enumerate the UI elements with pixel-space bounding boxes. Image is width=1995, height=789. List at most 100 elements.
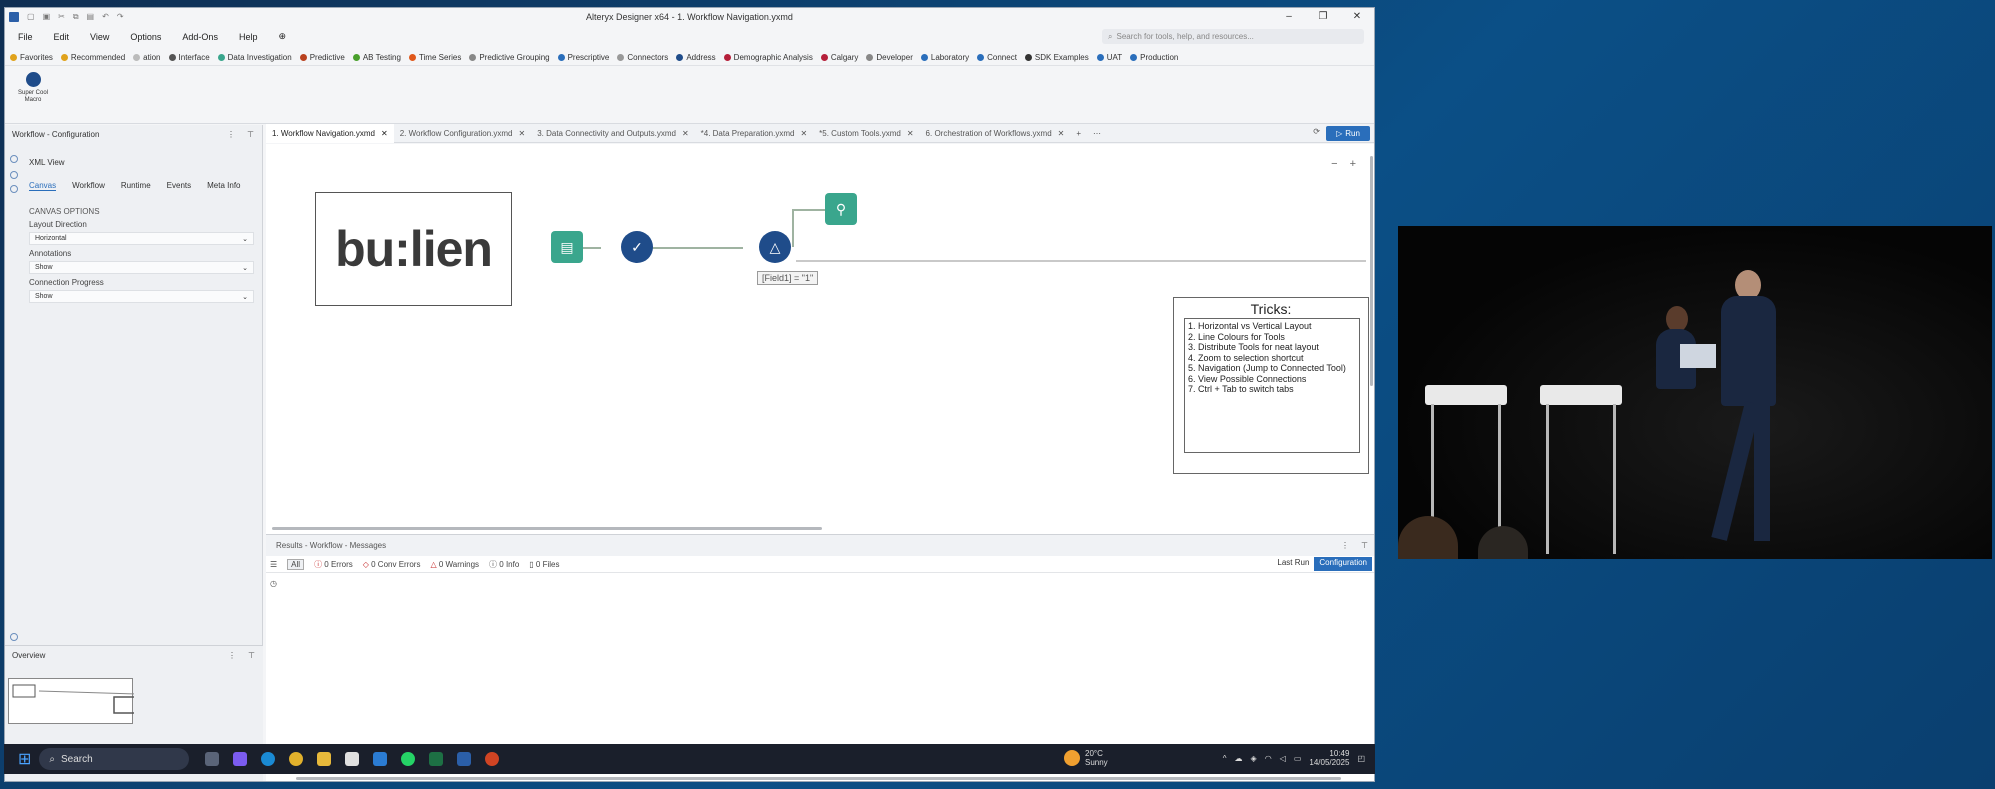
tab-runtime[interactable]: Runtime xyxy=(121,181,151,191)
xml-view-link[interactable]: XML View xyxy=(29,158,65,167)
filter-conv-errors[interactable]: ◇ 0 Conv Errors xyxy=(363,560,421,569)
filter-files[interactable]: ▯ 0 Files xyxy=(529,560,559,569)
minimize-button[interactable]: – xyxy=(1272,8,1306,25)
menu-file[interactable]: File xyxy=(18,32,33,42)
close-icon[interactable]: ✕ xyxy=(1058,129,1065,138)
menu-addons[interactable]: Add-Ons xyxy=(182,32,218,42)
clock[interactable]: 10:49 14/05/2025 xyxy=(1309,749,1349,767)
close-icon[interactable]: ✕ xyxy=(381,129,388,138)
horizontal-scrollbar[interactable] xyxy=(272,527,822,530)
connection-wire[interactable] xyxy=(792,209,794,247)
tab-canvas[interactable]: Canvas xyxy=(29,181,57,191)
tab-orchestration[interactable]: 6. Orchestration of Workflows.yxmd ✕ xyxy=(920,129,1071,138)
weather-widget[interactable]: 20°C Sunny xyxy=(1064,749,1108,767)
help-icon[interactable] xyxy=(10,185,18,193)
whatsapp-icon[interactable] xyxy=(401,752,416,766)
zoom-out-icon[interactable]: − xyxy=(1331,158,1337,170)
tab-data-preparation[interactable]: *4. Data Preparation.yxmd ✕ xyxy=(695,129,814,138)
super-cool-macro-tool[interactable]: Super Cool Macro xyxy=(13,72,53,104)
connection-wire[interactable] xyxy=(792,209,825,211)
palette-tab-7[interactable]: Time Series xyxy=(408,53,461,62)
more-icon[interactable]: ⋮ xyxy=(228,651,236,660)
layout-direction-select[interactable]: Horizontal ⌄ xyxy=(29,232,254,245)
tab-workflow[interactable]: Workflow xyxy=(72,181,105,191)
filter-info[interactable]: ⓘ 0 Info xyxy=(489,559,519,570)
results-scrollbar[interactable] xyxy=(296,777,1341,780)
word-icon[interactable] xyxy=(373,752,388,766)
connection-wire[interactable] xyxy=(796,260,1366,262)
taskbar-search[interactable]: ⌕ Search xyxy=(39,748,190,770)
powerpoint-icon[interactable] xyxy=(485,752,500,766)
menu-edit[interactable]: Edit xyxy=(54,32,70,42)
palette-tab-18[interactable]: UAT xyxy=(1096,53,1122,62)
connection-progress-select[interactable]: Show ⌄ xyxy=(29,290,254,303)
palette-tab-12[interactable]: Demographic Analysis xyxy=(723,53,813,62)
tab-workflow-navigation[interactable]: 1. Workflow Navigation.yxmd ✕ xyxy=(266,123,394,143)
close-icon[interactable]: ✕ xyxy=(519,129,526,138)
palette-tab-17[interactable]: SDK Examples xyxy=(1024,53,1089,62)
tab-workflow-configuration[interactable]: 2. Workflow Configuration.yxmd ✕ xyxy=(394,129,532,138)
list-icon[interactable]: ☰ xyxy=(270,560,277,569)
edge-icon[interactable] xyxy=(261,752,276,766)
palette-tab-0[interactable]: Favorites xyxy=(10,53,53,62)
file-explorer-icon[interactable] xyxy=(317,752,332,766)
configuration-button[interactable]: Configuration xyxy=(1314,557,1372,571)
vertical-scrollbar[interactable] xyxy=(1370,156,1373,386)
tricks-comment-box[interactable]: Tricks: 1. Horizontal vs Vertical Layout… xyxy=(1173,297,1369,474)
close-icon[interactable]: ✕ xyxy=(907,129,914,138)
palette-tab-15[interactable]: Laboratory xyxy=(920,53,969,62)
filter-tool-icon[interactable]: △ xyxy=(759,231,791,263)
select-tool-icon[interactable]: ✓ xyxy=(621,231,653,263)
tab-custom-tools[interactable]: *5. Custom Tools.yxmd ✕ xyxy=(813,129,919,138)
workflow-canvas[interactable]: − + bu:lien ▤ ✓ △ ⚲ [Field1] = "1" Tricks… xyxy=(266,144,1374,534)
overview-minimap[interactable] xyxy=(8,678,235,724)
filter-errors[interactable]: ⓘ 0 Errors xyxy=(314,559,353,570)
speaker-icon[interactable]: ◁ xyxy=(1280,754,1286,763)
maximize-button[interactable]: ❐ xyxy=(1306,8,1340,25)
notification-icon[interactable]: ◰ xyxy=(1357,754,1365,763)
input-data-tool-icon[interactable]: ▤ xyxy=(551,231,583,263)
palette-tab-13[interactable]: Calgary xyxy=(820,53,858,62)
gear-icon[interactable] xyxy=(10,155,18,163)
filter-all[interactable]: All xyxy=(287,558,305,570)
last-run-button[interactable]: Last Run xyxy=(1272,557,1314,571)
excel-icon[interactable] xyxy=(429,752,444,766)
palette-tab-6[interactable]: AB Testing xyxy=(352,53,401,62)
close-icon[interactable]: ✕ xyxy=(800,129,807,138)
tab-data-connectivity[interactable]: 3. Data Connectivity and Outputs.yxmd ✕ xyxy=(531,129,694,138)
palette-tab-2[interactable]: ation xyxy=(133,53,161,62)
palette-tab-14[interactable]: Developer xyxy=(866,53,913,62)
shield-icon[interactable]: ◈ xyxy=(1251,754,1257,763)
windows-start-icon[interactable]: ⊞ xyxy=(18,749,31,769)
more-icon[interactable]: ⋮ xyxy=(1341,541,1349,550)
menu-view[interactable]: View xyxy=(90,32,109,42)
search-input[interactable]: ⌕ Search for tools, help, and resources.… xyxy=(1102,29,1364,44)
palette-tab-1[interactable]: Recommended xyxy=(60,53,125,62)
close-icon[interactable]: ✕ xyxy=(682,129,689,138)
more-icon[interactable]: ⋮ xyxy=(227,130,235,139)
battery-icon[interactable]: ▭ xyxy=(1294,754,1302,763)
palette-tab-10[interactable]: Connectors xyxy=(617,53,668,62)
wifi-icon[interactable]: ◠ xyxy=(1265,754,1272,763)
palette-tab-11[interactable]: Address xyxy=(676,53,716,62)
alteryx-taskbar-icon[interactable] xyxy=(457,752,472,766)
browse-tool-icon[interactable]: ⚲ xyxy=(825,193,857,225)
palette-tab-16[interactable]: Connect xyxy=(977,53,1017,62)
pin-icon[interactable]: ⊤ xyxy=(248,651,255,660)
info-icon[interactable] xyxy=(10,633,18,641)
add-tab-icon[interactable]: + xyxy=(1070,129,1087,138)
tab-meta-info[interactable]: Meta Info xyxy=(207,181,240,191)
run-button[interactable]: ▷ Run xyxy=(1326,126,1370,141)
more-tabs-icon[interactable]: ⋯ xyxy=(1087,129,1107,138)
palette-tab-19[interactable]: Production xyxy=(1130,53,1178,62)
palette-tab-9[interactable]: Prescriptive xyxy=(557,53,609,62)
filter-warnings[interactable]: △ 0 Warnings xyxy=(430,560,479,569)
pin-icon[interactable]: ⊤ xyxy=(247,130,254,139)
store-icon[interactable] xyxy=(345,752,360,766)
palette-tab-5[interactable]: Predictive xyxy=(299,53,345,62)
task-view-icon[interactable] xyxy=(205,752,220,766)
refresh-icon[interactable]: ⟳ xyxy=(1313,127,1320,136)
chevron-up-icon[interactable]: ^ xyxy=(1223,754,1227,763)
palette-tab-3[interactable]: Interface xyxy=(168,53,210,62)
globe-icon[interactable]: ⊕ xyxy=(278,31,286,42)
